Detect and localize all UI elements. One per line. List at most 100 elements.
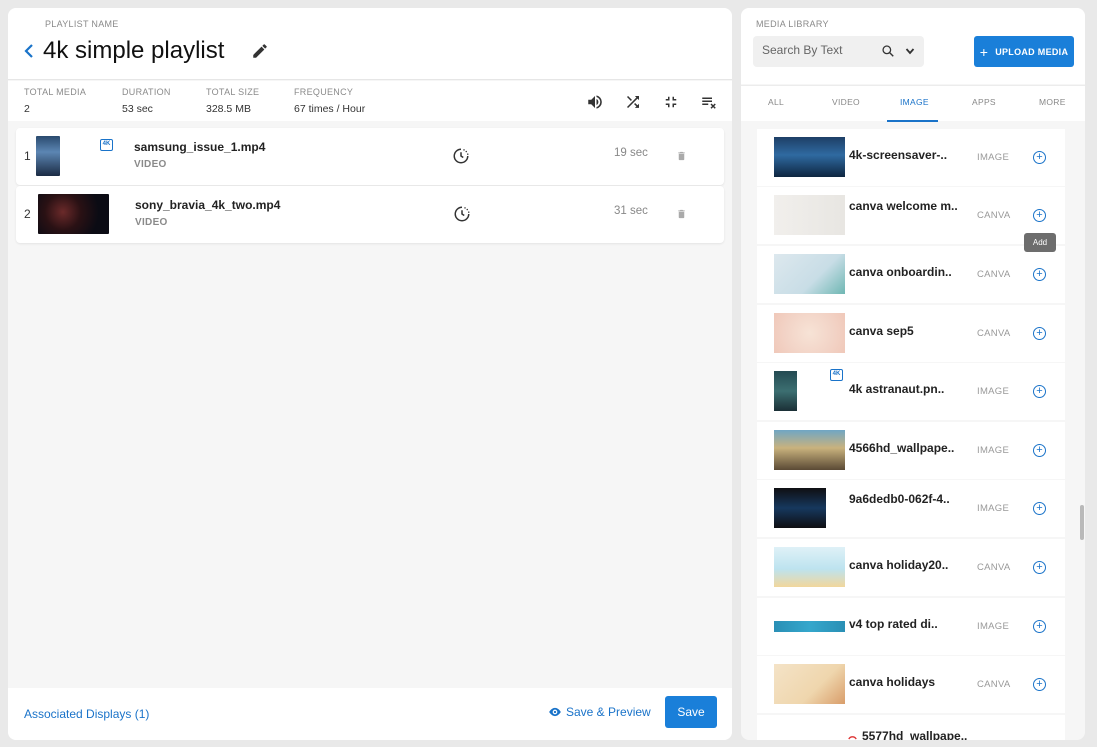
library-item-type: CANVA (977, 562, 1011, 573)
tab-apps[interactable]: APPS (972, 97, 996, 107)
add-circle-icon[interactable]: + (1033, 268, 1046, 281)
media-library-list: 4k-screensaver-.. IMAGE + canva welcome … (741, 121, 1085, 740)
add-circle-icon[interactable]: + (1033, 327, 1046, 340)
schedule-button[interactable] (452, 147, 470, 165)
search-icon[interactable] (881, 44, 895, 58)
tab-all[interactable]: ALL (768, 97, 784, 107)
playlist-toolbar (586, 93, 718, 111)
library-item-thumbnail (774, 664, 845, 704)
item-thumbnail (36, 136, 60, 176)
media-tabs: ALL VIDEO IMAGE APPS MORE (741, 85, 1085, 122)
media-library-label: MEDIA LIBRARY (756, 19, 829, 29)
back-button[interactable] (23, 42, 39, 62)
library-item-type: CANVA (977, 328, 1011, 339)
playlist-item[interactable]: 1 4K samsung_issue_1.mp4 VIDEO 19 sec (16, 128, 724, 185)
media-library-header: MEDIA LIBRARY + UPLOAD MEDIA (741, 8, 1085, 84)
item-type: VIDEO (134, 159, 167, 170)
search-box (753, 36, 924, 67)
library-item[interactable]: v4 top rated di.. IMAGE + (757, 598, 1065, 655)
trash-icon (678, 151, 685, 161)
volume-icon (588, 95, 602, 109)
library-item[interactable]: canva welcome m.. CANVA + (757, 187, 1065, 244)
library-item-name: 5577hd_wallpape.. (862, 729, 968, 740)
add-circle-icon[interactable]: + (1033, 620, 1046, 633)
library-item-name: canva sep5 (849, 324, 914, 338)
add-circle-icon[interactable]: + (1033, 209, 1046, 222)
tab-image[interactable]: IMAGE (900, 97, 929, 107)
search-input[interactable] (762, 43, 872, 57)
shuffle-button[interactable] (624, 93, 642, 111)
add-circle-icon[interactable]: + (1033, 151, 1046, 164)
clear-playlist-button[interactable] (700, 93, 718, 111)
library-scrollbar[interactable] (1080, 505, 1084, 540)
playlist-footer: Associated Displays (1) Save & Preview S… (8, 688, 732, 740)
chevron-down-icon[interactable] (905, 46, 915, 56)
save-preview-button[interactable]: Save & Preview (548, 705, 651, 719)
eye-icon (549, 707, 561, 717)
upload-media-button[interactable]: + UPLOAD MEDIA (974, 36, 1074, 67)
schedule-clock-icon (453, 148, 469, 164)
library-item-type: CANVA (977, 679, 1011, 690)
library-item[interactable]: canva holiday20.. CANVA + (757, 539, 1065, 596)
library-item-thumbnail (774, 313, 845, 353)
add-circle-icon[interactable]: + (1033, 561, 1046, 574)
library-item[interactable]: canva onboardin.. CANVA + (757, 246, 1065, 303)
item-duration[interactable]: 31 sec (614, 205, 648, 217)
item-name: sony_bravia_4k_two.mp4 (135, 198, 281, 212)
playlist-item[interactable]: 2 sony_bravia_4k_two.mp4 VIDEO 31 sec (16, 186, 724, 243)
playlist-header: PLAYLIST NAME 4k simple playlist (8, 8, 732, 80)
library-item-type: IMAGE (977, 445, 1010, 456)
save-preview-label: Save & Preview (566, 705, 651, 719)
library-item-type: CANVA (977, 210, 1011, 221)
library-item-thumbnail (774, 547, 845, 587)
add-circle-icon[interactable]: + (1033, 385, 1046, 398)
4k-badge-icon: 4K (100, 139, 113, 151)
add-circle-icon[interactable]: + (1033, 502, 1046, 515)
stat-total-size: TOTAL SIZE 328.5 MB (206, 87, 260, 115)
delete-item-button[interactable] (676, 149, 688, 162)
schedule-button[interactable] (453, 205, 471, 223)
item-name: samsung_issue_1.mp4 (134, 140, 266, 154)
library-item[interactable]: canva holidays CANVA + (757, 656, 1065, 713)
associated-displays-link[interactable]: Associated Displays (1) (24, 707, 149, 721)
4k-badge-icon: 4K (830, 369, 843, 381)
library-item-thumbnail (774, 137, 845, 177)
clear-playlist-icon (702, 97, 716, 109)
library-item[interactable]: 4566hd_wallpape.. IMAGE + (757, 422, 1065, 479)
add-circle-icon[interactable]: + (1033, 678, 1046, 691)
collapse-button[interactable] (662, 93, 680, 111)
library-item-thumbnail (774, 430, 845, 470)
library-item-type: IMAGE (977, 503, 1010, 514)
library-item-thumbnail (774, 488, 826, 528)
delete-item-button[interactable] (676, 207, 688, 220)
edit-title-button[interactable] (251, 42, 271, 62)
volume-button[interactable] (586, 93, 604, 111)
library-item[interactable]: 4k-screensaver-.. IMAGE + (757, 129, 1065, 186)
library-item-thumbnail (774, 254, 845, 294)
library-item[interactable]: 4K 4k astranaut.pn.. IMAGE + (757, 363, 1065, 420)
library-item-thumbnail (774, 371, 797, 411)
save-button[interactable]: Save (665, 696, 717, 728)
library-item-name: 4566hd_wallpape.. (849, 441, 955, 455)
library-item-name: v4 top rated di.. (849, 617, 938, 631)
add-circle-icon[interactable]: + (1033, 444, 1046, 457)
playlist-stats: TOTAL MEDIA 2 DURATION 53 sec TOTAL SIZE… (8, 81, 732, 121)
tab-more[interactable]: MORE (1039, 97, 1066, 107)
library-item-name: 9a6dedb0-062f-4.. (849, 492, 950, 506)
library-item-type: IMAGE (977, 386, 1010, 397)
collapse-icon (665, 96, 677, 108)
library-item[interactable]: canva sep5 CANVA + (757, 305, 1065, 362)
library-item[interactable]: 9a6dedb0-062f-4.. IMAGE + (757, 480, 1065, 537)
stat-total-media: TOTAL MEDIA 2 (24, 87, 87, 115)
item-index: 2 (24, 207, 31, 221)
library-item[interactable]: 5577hd_wallpape.. (757, 715, 1065, 740)
library-item-type: CANVA (977, 269, 1011, 280)
schedule-clock-icon (454, 206, 470, 222)
library-item-thumbnail (774, 195, 845, 235)
media-library-panel: MEDIA LIBRARY + UPLOAD MEDIA ALL VIDEO I… (741, 8, 1085, 740)
item-duration[interactable]: 19 sec (614, 147, 648, 159)
upload-media-label: UPLOAD MEDIA (995, 46, 1069, 57)
library-item-name: 4k astranaut.pn.. (849, 382, 945, 396)
playlist-name-label: PLAYLIST NAME (45, 19, 119, 29)
tab-video[interactable]: VIDEO (832, 97, 860, 107)
